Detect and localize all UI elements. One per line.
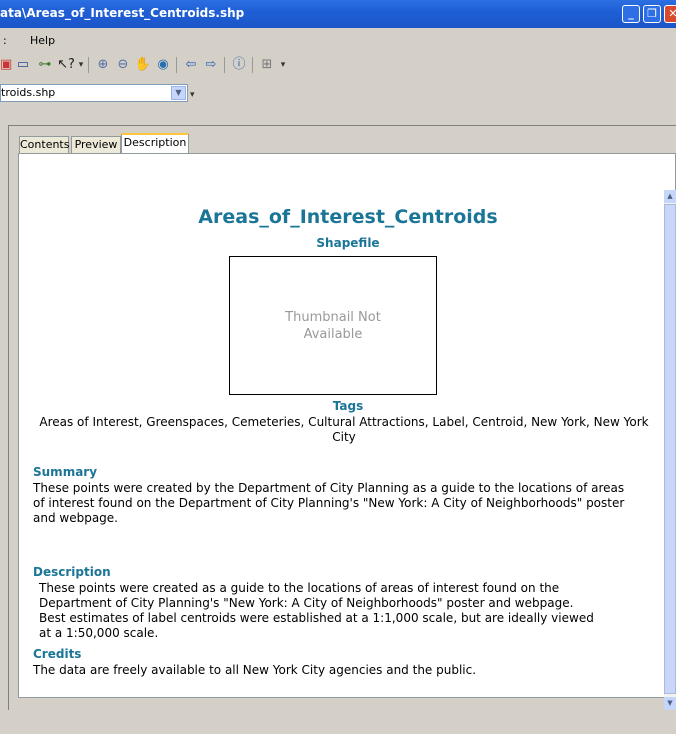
connect-icon[interactable]: ⊶: [36, 56, 54, 74]
summary-text: These points were created by the Departm…: [33, 481, 625, 525]
scroll-up-icon[interactable]: ▲: [664, 190, 676, 203]
catalog-icon[interactable]: ▣: [0, 56, 12, 74]
vertical-scrollbar[interactable]: ▲ ▼: [664, 190, 676, 710]
identify-icon[interactable]: ⓘ: [230, 56, 248, 74]
whats-this-icon[interactable]: ↖?: [56, 56, 76, 74]
scroll-down-icon[interactable]: ▼: [664, 697, 676, 710]
tab-contents[interactable]: Contents: [19, 136, 69, 153]
location-combo[interactable]: troids.shp ▼: [0, 84, 188, 102]
toolbar-separator: [252, 57, 253, 73]
page-title: Areas_of_Interest_Centroids: [198, 206, 498, 228]
summary-heading: Summary: [33, 465, 98, 479]
toolbar-separator: [88, 57, 89, 73]
tab-preview[interactable]: Preview: [71, 136, 121, 153]
forward-icon[interactable]: ⇨: [202, 56, 220, 74]
close-button[interactable]: ✕: [664, 5, 676, 23]
zoom-in-icon[interactable]: ⊕: [94, 56, 112, 74]
thumbnail-text: Thumbnail Not Available: [285, 309, 381, 342]
zoom-out-icon[interactable]: ⊖: [114, 56, 132, 74]
location-value: troids.shp: [1, 86, 56, 99]
toolbar-dropdown-icon[interactable]: ▾: [280, 56, 286, 74]
tags-heading: Tags: [332, 399, 364, 413]
tab-description[interactable]: Description: [121, 133, 189, 153]
toolbar-dropdown-icon[interactable]: ▾: [190, 90, 195, 100]
menu-item-partial[interactable]: :: [3, 34, 7, 47]
status-bar: [0, 710, 676, 734]
window-title: ata\Areas_of_Interest_Centroids.shp: [0, 6, 245, 20]
maximize-button[interactable]: ❐: [643, 5, 661, 23]
description-text: These points were created as a guide to …: [39, 581, 594, 640]
tags-text: Areas of Interest, Greenspaces, Cemeteri…: [39, 415, 649, 444]
toolbar-separator: [176, 57, 177, 73]
description-heading: Description: [33, 565, 111, 579]
page-subtitle: Shapefile: [316, 236, 380, 250]
scrollbar-thumb[interactable]: [664, 204, 676, 694]
toolbar-dropdown-icon[interactable]: ▾: [78, 56, 84, 74]
thumbnail-placeholder: Thumbnail Not Available: [229, 256, 437, 395]
pan-icon[interactable]: ✋: [134, 56, 152, 74]
description-pane: Areas_of_Interest_Centroids Shapefile Th…: [18, 153, 676, 698]
title-bar: ata\Areas_of_Interest_Centroids.shp _ ❐ …: [0, 0, 676, 28]
menu-item-help[interactable]: Help: [30, 34, 55, 47]
credits-heading: Credits: [33, 647, 82, 661]
toolbar: ▣ ▭ ⊶ ↖? ▾ ⊕ ⊖ ✋ ◉ ⇦ ⇨ ⓘ ⊞ ▾: [0, 54, 400, 78]
window-icon[interactable]: ▭: [14, 56, 32, 74]
layout-icon[interactable]: ⊞: [258, 56, 276, 74]
credits-text: The data are freely available to all New…: [33, 663, 477, 677]
chevron-down-icon[interactable]: ▼: [171, 86, 186, 100]
minimize-button[interactable]: _: [622, 5, 640, 23]
full-extent-icon[interactable]: ◉: [154, 56, 172, 74]
toolbar-separator: [224, 57, 225, 73]
back-icon[interactable]: ⇦: [182, 56, 200, 74]
